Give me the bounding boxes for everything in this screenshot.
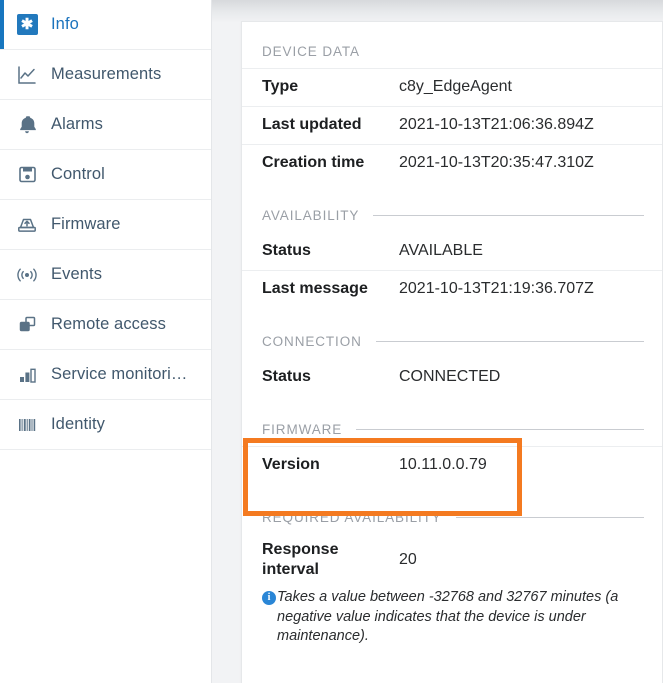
sidebar-item-label: Service monitori…: [51, 365, 188, 383]
device-info-screen: ✱ Info Measurements Alarms Control Firmw…: [0, 0, 663, 683]
broadcast-icon: [14, 262, 40, 288]
sidebar-item-label: Alarms: [51, 115, 103, 133]
row-value: AVAILABLE: [399, 242, 483, 260]
sidebar-item-identity[interactable]: Identity: [0, 400, 211, 450]
firmware-upload-icon: [14, 212, 40, 238]
sidebar-item-label: Events: [51, 265, 103, 283]
bell-icon: [14, 112, 40, 138]
barcode-icon: [14, 412, 40, 438]
table-row: Creation time 2021-10-13T20:35:47.310Z: [242, 144, 662, 182]
hint-text: Takes a value between -32768 and 32767 m…: [277, 588, 619, 645]
row-label: Response interval: [262, 541, 339, 579]
sidebar-item-label: Remote access: [51, 315, 167, 333]
table-row: Response interval 20: [242, 534, 662, 586]
row-label: Type: [262, 78, 299, 96]
row-label: Status: [262, 242, 311, 260]
sidebar-item-label: Firmware: [51, 215, 121, 233]
device-nav-sidebar: ✱ Info Measurements Alarms Control Firmw…: [0, 0, 212, 683]
row-value: CONNECTED: [399, 368, 501, 386]
section-rule: [374, 51, 644, 52]
sidebar-item-label: Control: [51, 165, 105, 183]
table-row: Last message 2021-10-13T21:19:36.707Z: [242, 270, 662, 308]
sidebar-item-remote-access[interactable]: Remote access: [0, 300, 211, 350]
row-value: 2021-10-13T20:35:47.310Z: [399, 154, 594, 172]
section-title: REQUIRED AVAILABILITY: [262, 509, 442, 525]
row-label: Last updated: [262, 116, 362, 134]
table-row: Status CONNECTED: [242, 358, 662, 396]
section-title: DEVICE DATA: [262, 43, 360, 59]
row-label: Version: [262, 456, 320, 474]
row-label: Last message: [262, 280, 368, 298]
section-header-device-data: DEVICE DATA: [242, 34, 662, 68]
section-rule: [373, 214, 644, 216]
section-title: FIRMWARE: [262, 421, 343, 437]
sidebar-item-alarms[interactable]: Alarms: [0, 100, 211, 150]
section-header-required-availability: REQUIRED AVAILABILITY: [242, 500, 662, 534]
section-header-availability: AVAILABILITY: [242, 198, 662, 232]
sidebar-item-events[interactable]: Events: [0, 250, 211, 300]
main-content: DEVICE DATA Type c8y_EdgeAgent Last upda…: [212, 0, 663, 683]
sidebar-item-service-monitoring[interactable]: Service monitori…: [0, 350, 211, 400]
table-row: Version 10.11.0.0.79: [242, 446, 662, 484]
floppy-disk-icon: [14, 162, 40, 188]
table-row: Type c8y_EdgeAgent: [242, 68, 662, 106]
info-circle-icon: i: [262, 590, 276, 605]
row-value: 2021-10-13T21:19:36.707Z: [399, 280, 594, 298]
response-interval-hint: i Takes a value between -32768 and 32767…: [242, 586, 662, 661]
row-value: c8y_EdgeAgent: [399, 78, 512, 96]
section-rule: [375, 340, 644, 342]
section-header-connection: CONNECTION: [242, 324, 662, 358]
row-value: 20: [399, 551, 417, 569]
section-rule: [356, 428, 644, 430]
section-header-firmware: FIRMWARE: [242, 412, 662, 446]
row-value: 2021-10-13T21:06:36.894Z: [399, 116, 594, 134]
sidebar-item-label: Info: [51, 15, 79, 33]
chart-line-icon: [14, 62, 40, 88]
row-value: 10.11.0.0.79: [399, 456, 487, 474]
info-asterisk-icon: ✱: [14, 12, 40, 38]
table-row: Last updated 2021-10-13T21:06:36.894Z: [242, 106, 662, 144]
sidebar-item-control[interactable]: Control: [0, 150, 211, 200]
table-row: Status AVAILABLE: [242, 232, 662, 270]
device-data-card: DEVICE DATA Type c8y_EdgeAgent Last upda…: [241, 21, 663, 683]
section-title: AVAILABILITY: [262, 207, 360, 223]
sidebar-item-measurements[interactable]: Measurements: [0, 50, 211, 100]
sidebar-item-label: Measurements: [51, 65, 162, 83]
sidebar-item-label: Identity: [51, 415, 105, 433]
sidebar-item-firmware[interactable]: Firmware: [0, 200, 211, 250]
windows-overlap-icon: [14, 312, 40, 338]
section-title: CONNECTION: [262, 333, 362, 349]
row-label: Creation time: [262, 154, 365, 172]
bar-chart-icon: [14, 362, 40, 388]
sidebar-item-info[interactable]: ✱ Info: [0, 0, 211, 50]
section-rule: [455, 516, 644, 518]
row-label: Status: [262, 368, 311, 386]
